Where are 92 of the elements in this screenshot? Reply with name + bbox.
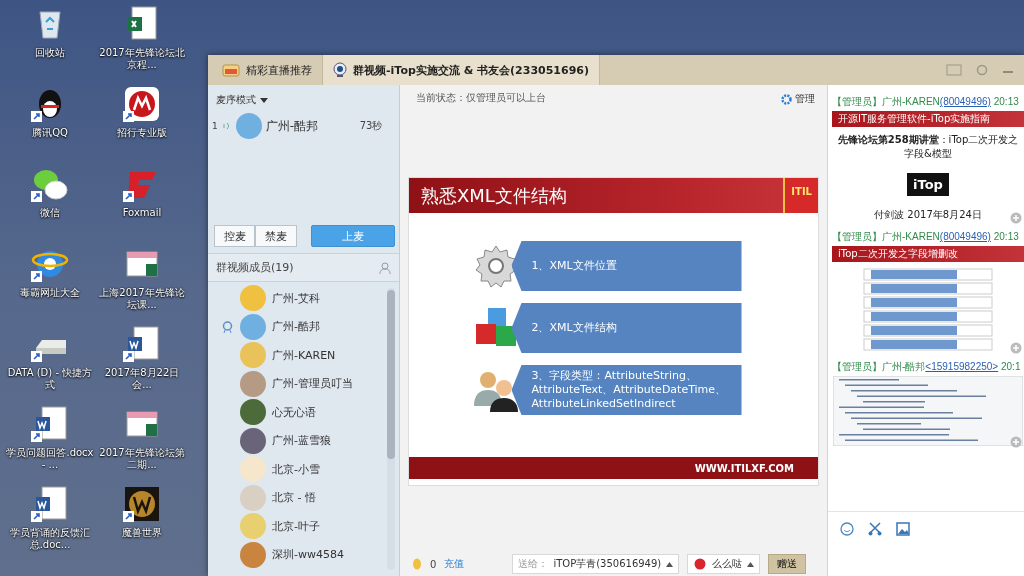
webcam-icon: [333, 62, 347, 78]
coin-count: 0: [430, 558, 437, 570]
recipient-dropdown[interactable]: 送给： iTOP芋青(350616949): [512, 554, 680, 574]
caret-icon: [666, 561, 674, 567]
speaking-time: 73秒: [359, 119, 383, 133]
slide-banner: 开源IT服务管理软件-iTop实施指南: [832, 111, 1024, 127]
gift-dropdown[interactable]: 么么哒: [687, 554, 761, 574]
scissors-icon[interactable]: [868, 522, 882, 536]
avatar: [240, 427, 266, 454]
avatar: [240, 541, 266, 568]
avatar: [240, 456, 266, 483]
member-name: 广州-管理员叮当: [272, 376, 353, 392]
bank-icon[interactable]: [122, 84, 162, 124]
desktop-icon-label: 2017年8月22日会...: [103, 367, 181, 391]
desktop-icon-label: 回收站: [34, 47, 66, 59]
settings-icon: [781, 93, 792, 105]
avatar: [240, 342, 266, 369]
member-item[interactable]: 广州-管理员叮当: [208, 369, 383, 398]
member-item[interactable]: 心无心语: [208, 398, 383, 427]
member-item[interactable]: 广州-艾科: [208, 284, 383, 313]
scrollbar-thumb[interactable]: [387, 290, 395, 460]
member-name: 广州-艾科: [272, 290, 320, 306]
desktop-icon-label: 2017年先锋论坛第二期...: [98, 447, 186, 471]
smiley-icon[interactable]: [840, 522, 854, 536]
message-header: 【管理员】广州-KAREN(80049496) 20:13: [832, 95, 1020, 109]
avatar: [240, 313, 266, 340]
speaker-icon: [221, 121, 232, 131]
member-item[interactable]: 北京-小雪: [208, 455, 383, 484]
desktop-icon-label: 微信: [39, 207, 61, 219]
manage-button[interactable]: 管理: [781, 91, 815, 107]
member-name: 广州-酷邦: [272, 319, 320, 335]
slide-banner: iTop二次开发之字段增删改: [832, 246, 1024, 262]
member-item[interactable]: 北京-叶子: [208, 512, 383, 541]
game-icon[interactable]: [122, 484, 162, 524]
slide-item: 3、字段类型：AttributeString、AttributeText、AttributeDateTime、AttributeLinkedSetIndirect: [511, 365, 742, 415]
member-item[interactable]: 广州-蓝雪狼: [208, 426, 383, 455]
avatar: [240, 513, 266, 540]
member-name: 广州-酷邦: [265, 117, 320, 135]
slide-subtitle: 先锋论坛第258期讲堂：iTop二次开发之字段&模型: [836, 133, 1020, 161]
mode-dropdown[interactable]: 麦序模式: [208, 85, 399, 113]
member-name: 广州-蓝雪狼: [272, 433, 331, 449]
send-gift-button[interactable]: 赠送: [768, 554, 807, 574]
mic-button[interactable]: 禁麦: [255, 225, 297, 247]
tv-icon: [222, 63, 240, 77]
status-text: 当前状态：仅管理员可以上台: [416, 91, 546, 105]
desktop-icon-label: Foxmail: [121, 207, 163, 219]
member-name: 深圳-ww4584: [272, 547, 344, 563]
avatar: [240, 285, 266, 312]
members-title: 群视频成员(19): [216, 260, 294, 275]
website-text: WWW.ITILXF.COM: [694, 462, 794, 474]
member-name: 北京-小雪: [272, 461, 320, 477]
slide-item: 2、XML文件结构: [511, 303, 742, 353]
desktop-icon-label: 上海2017年先锋论坛课...: [98, 287, 186, 311]
member-name: 北京 - 悟: [272, 490, 316, 506]
queue-number: 1: [212, 121, 218, 131]
word-icon[interactable]: [30, 484, 70, 524]
member-item[interactable]: 北京 - 悟: [208, 483, 383, 512]
member-item[interactable]: 深圳-ww4584: [208, 540, 383, 569]
word-icon[interactable]: [122, 324, 162, 364]
caret-icon: [747, 561, 755, 567]
desktop-icon-label: 腾讯QQ: [31, 127, 69, 139]
desktop-icon-label: DATA (D) - 快捷方式: [6, 367, 94, 391]
member-name: 北京-叶子: [272, 518, 320, 534]
word-icon[interactable]: [30, 404, 70, 444]
avatar: [240, 399, 266, 426]
slide-title: 熟悉XML文件结构: [421, 183, 567, 208]
desktop-icon-label: 2017年先锋论坛北京程...: [98, 47, 186, 71]
image-icon[interactable]: [896, 522, 910, 536]
window-tab[interactable]: 群视频-iTop实施交流 & 书友会(233051696): [323, 55, 600, 85]
message-header: 【管理员】广州-KAREN(80049496) 20:13: [832, 230, 1020, 244]
coin-icon: [412, 558, 422, 570]
desktop-icon-label: 魔兽世界: [121, 527, 163, 539]
logo: ITIL: [783, 178, 818, 213]
slide-caption: 付剑波 2017年8月24日: [874, 208, 982, 222]
slide-item: 1、XML文件位置: [511, 241, 742, 291]
desktop-icon-label: 学员问题回答.docx - ...: [6, 447, 94, 471]
member-item[interactable]: 广州-酷邦: [208, 312, 383, 341]
avatar: [235, 113, 262, 139]
recharge-link[interactable]: 充值: [444, 557, 465, 571]
caret-icon: [260, 97, 268, 103]
desktop-icon-label: 毒霸网址大全: [19, 287, 81, 299]
message-header: 【管理员】广州-酷邦<15915982250> 20:1: [832, 360, 1022, 374]
flower-icon: [693, 558, 708, 570]
desktop-icon-label: 招行专业版: [116, 127, 168, 139]
logo: iTop: [907, 173, 949, 196]
avatar: [240, 484, 266, 511]
member-name: 广州-KAREN: [272, 347, 336, 363]
desktop-icon-label: 学员背诵的反馈汇总.doc...: [9, 527, 91, 551]
member-name: 心无心语: [272, 404, 316, 420]
avatar: [240, 370, 266, 397]
mic-button[interactable]: 控麦: [214, 225, 256, 247]
member-item[interactable]: 广州-KAREN: [208, 341, 383, 370]
